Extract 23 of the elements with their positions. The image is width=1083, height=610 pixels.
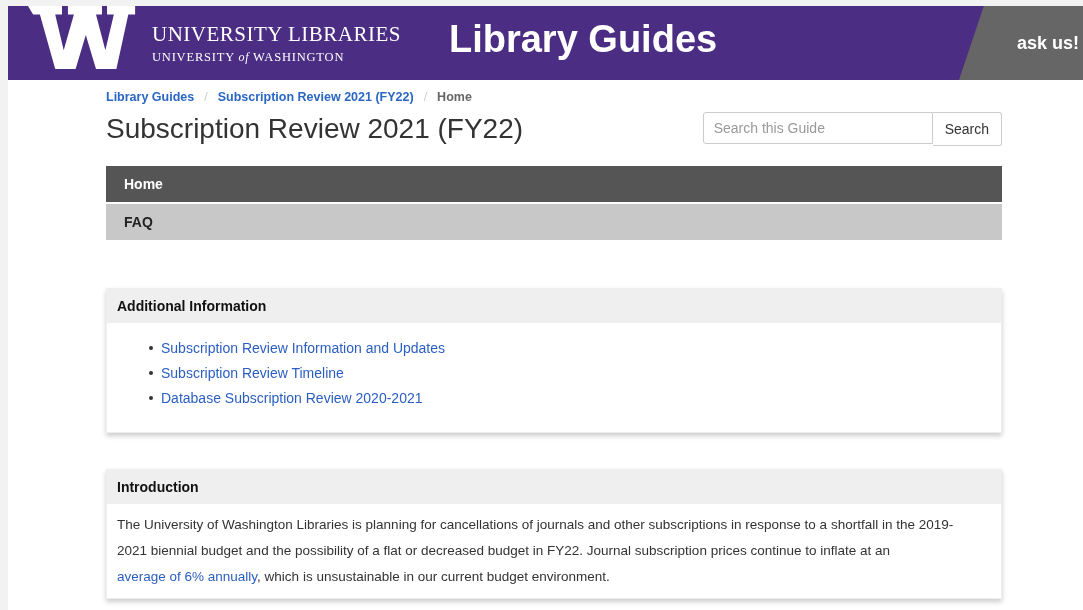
ask-us-link[interactable]: ask us! [959,6,1083,80]
box-heading: Introduction [107,470,1001,504]
university-name: UNIVERSITY of WASHINGTON [152,49,346,65]
page-title: Subscription Review 2021 (FY22) [106,113,524,145]
search-button[interactable]: Search [932,112,1002,146]
intro-paragraph: The University of Washington Libraries is planning for cancellations of journals and other subscriptions in response to a shortfall in the 2019-2021 biennial budget and the possibility of a flat or decreased budget in FY22. Journal subscription prices continue to inflate at an average of 6% annually, which is unsustainable in our current budget environment. [116,516,955,586]
nav-tab[interactable]: Home [106,166,1002,202]
breadcrumb-link[interactable]: Library Guides [106,90,195,104]
guide-link[interactable]: Database Subscription Review 2020-2021 [161,389,423,406]
breadcrumb-current: Home [437,90,472,104]
bullet-icon [149,395,153,400]
bullet-icon [149,345,153,350]
bullet-icon [149,370,153,375]
unit-name: UNIVERSITY LIBRARIES [152,21,401,47]
breadcrumb-link[interactable]: Subscription Review 2021 (FY22) [217,90,414,104]
search-field[interactable]: Search this Guide [702,112,933,144]
nav-tab[interactable]: FAQ [106,204,1002,240]
breadcrumb-separator: / [423,90,428,104]
box-heading: Additional Information [107,289,1001,323]
guide-link[interactable]: Subscription Review Information and Updates [161,339,446,356]
guide-link[interactable]: Subscription Review Timeline [161,364,344,381]
breadcrumb-separator: / [204,90,208,104]
site-title: Library Guides [448,17,718,62]
